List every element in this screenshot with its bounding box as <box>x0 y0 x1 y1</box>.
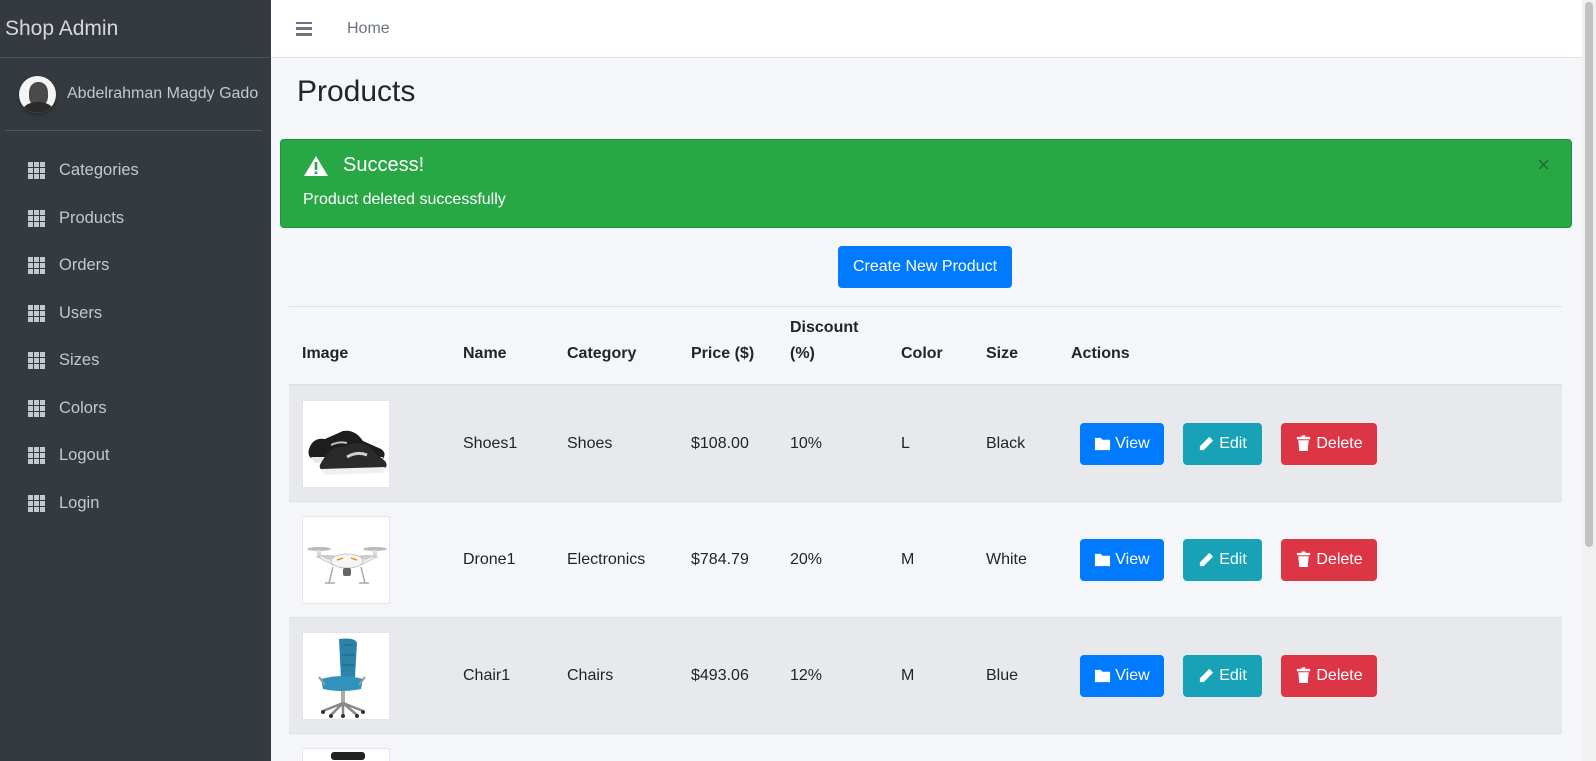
sidebar-item-label: Categories <box>59 161 139 180</box>
delete-button[interactable]: Delete <box>1281 538 1377 581</box>
sidebar-item-label: Logout <box>59 446 110 465</box>
delete-button[interactable]: Delete <box>1281 422 1377 465</box>
table-row <box>289 734 1562 761</box>
view-button[interactable]: View <box>1080 422 1164 465</box>
products-table: Image Name Category Price ($) Discount (… <box>289 306 1562 761</box>
product-discount: 20% <box>790 550 823 568</box>
grid-icon <box>28 209 47 227</box>
sidebar-item-categories[interactable]: Categories <box>0 147 271 195</box>
grid-icon <box>28 304 47 322</box>
product-price: $493.06 <box>691 666 749 684</box>
product-image-chair <box>302 631 390 720</box>
grid-icon <box>28 162 47 180</box>
product-discount: 10% <box>790 434 823 452</box>
column-header-actions: Actions <box>1071 345 1130 362</box>
sidebar: Shop Admin Abdelrahman Magdy Gado Catego… <box>0 0 271 761</box>
user-panel: Abdelrahman Magdy Gado <box>5 58 262 131</box>
grid-icon <box>28 447 47 465</box>
view-button[interactable]: View <box>1080 654 1164 697</box>
sidebar-item-sizes[interactable]: Sizes <box>0 337 271 385</box>
column-header-discount: Discount (%) <box>790 319 859 362</box>
page-scrollbar[interactable] <box>1582 0 1596 761</box>
sidebar-item-label: Orders <box>59 256 110 275</box>
grid-icon <box>28 352 47 370</box>
table-header: Image Name Category Price ($) Discount (… <box>289 306 1562 386</box>
scrollbar-thumb[interactable] <box>1585 2 1593 547</box>
grid-icon <box>28 494 47 512</box>
create-product-button[interactable]: Create New Product <box>838 246 1012 288</box>
product-image-drone <box>302 515 390 604</box>
product-price: $108.00 <box>691 434 749 452</box>
product-category: Electronics <box>567 550 646 568</box>
sidebar-item-products[interactable]: Products <box>0 195 271 243</box>
column-header-color: Color <box>901 345 943 362</box>
menu-toggle-icon[interactable] <box>296 21 312 36</box>
product-color: M <box>901 666 915 684</box>
edit-button[interactable]: Edit <box>1183 422 1262 465</box>
product-name: Drone1 <box>463 550 516 568</box>
column-header-image: Image <box>302 345 349 362</box>
product-size: Blue <box>986 666 1019 684</box>
column-header-name: Name <box>463 345 507 362</box>
alert-title: Success! <box>343 154 425 176</box>
edit-button[interactable]: Edit <box>1183 654 1262 697</box>
close-icon[interactable]: × <box>1537 154 1550 176</box>
main-content: Products Success! Product deleted succes… <box>271 58 1582 761</box>
product-price: $784.79 <box>691 550 749 568</box>
product-color: L <box>901 434 910 452</box>
product-discount: 12% <box>790 666 823 684</box>
column-header-category: Category <box>567 345 637 362</box>
product-size: Black <box>986 434 1026 452</box>
user-name[interactable]: Abdelrahman Magdy Gado <box>67 85 258 103</box>
home-link[interactable]: Home <box>347 20 390 38</box>
success-alert: Success! Product deleted successfully × <box>280 139 1572 228</box>
trash-icon <box>1297 435 1311 452</box>
sidebar-item-colors[interactable]: Colors <box>0 385 271 433</box>
product-category: Chairs <box>567 666 614 684</box>
column-header-size: Size <box>986 345 1019 362</box>
product-name: Shoes1 <box>463 434 518 452</box>
table-row: Drone1 Electronics $784.79 20% M White V… <box>289 502 1562 618</box>
view-button[interactable]: View <box>1080 538 1164 581</box>
sidebar-item-label: Sizes <box>59 351 100 370</box>
folder-icon <box>1095 437 1111 451</box>
product-size: White <box>986 550 1027 568</box>
column-header-price: Price ($) <box>691 345 755 362</box>
product-image-shoe <box>302 399 390 488</box>
product-image <box>302 748 390 761</box>
pencil-icon <box>1200 552 1214 567</box>
trash-icon <box>1297 667 1311 684</box>
sidebar-item-orders[interactable]: Orders <box>0 242 271 290</box>
folder-icon <box>1095 669 1111 683</box>
alert-message: Product deleted successfully <box>303 191 506 208</box>
warning-icon <box>304 155 328 176</box>
avatar[interactable] <box>19 75 56 113</box>
sidebar-item-label: Colors <box>59 398 107 417</box>
sidebar-item-label: Users <box>59 303 103 322</box>
top-navbar: Home <box>271 0 1582 58</box>
sidebar-item-logout[interactable]: Logout <box>0 432 271 480</box>
sidebar-item-label: Products <box>59 208 125 227</box>
product-category: Shoes <box>567 434 613 452</box>
trash-icon <box>1297 551 1311 568</box>
sidebar-nav: Categories Products Orders Users Sizes C… <box>0 147 271 527</box>
grid-icon <box>28 399 47 417</box>
delete-button[interactable]: Delete <box>1281 654 1377 697</box>
pencil-icon <box>1200 668 1214 683</box>
edit-button[interactable]: Edit <box>1183 538 1262 581</box>
brand-link[interactable]: Shop Admin <box>0 0 271 58</box>
table-row: Shoes1 Shoes $108.00 10% L Black View Ed… <box>289 386 1562 502</box>
table-row: Chair1 Chairs $493.06 12% M Blue View Ed… <box>289 618 1562 734</box>
pencil-icon <box>1200 436 1214 451</box>
product-name: Chair1 <box>463 666 511 684</box>
sidebar-item-users[interactable]: Users <box>0 290 271 338</box>
page-title: Products <box>297 75 416 108</box>
sidebar-item-login[interactable]: Login <box>0 480 271 528</box>
product-color: M <box>901 550 915 568</box>
folder-icon <box>1095 553 1111 567</box>
grid-icon <box>28 257 47 275</box>
sidebar-item-label: Login <box>59 493 100 512</box>
